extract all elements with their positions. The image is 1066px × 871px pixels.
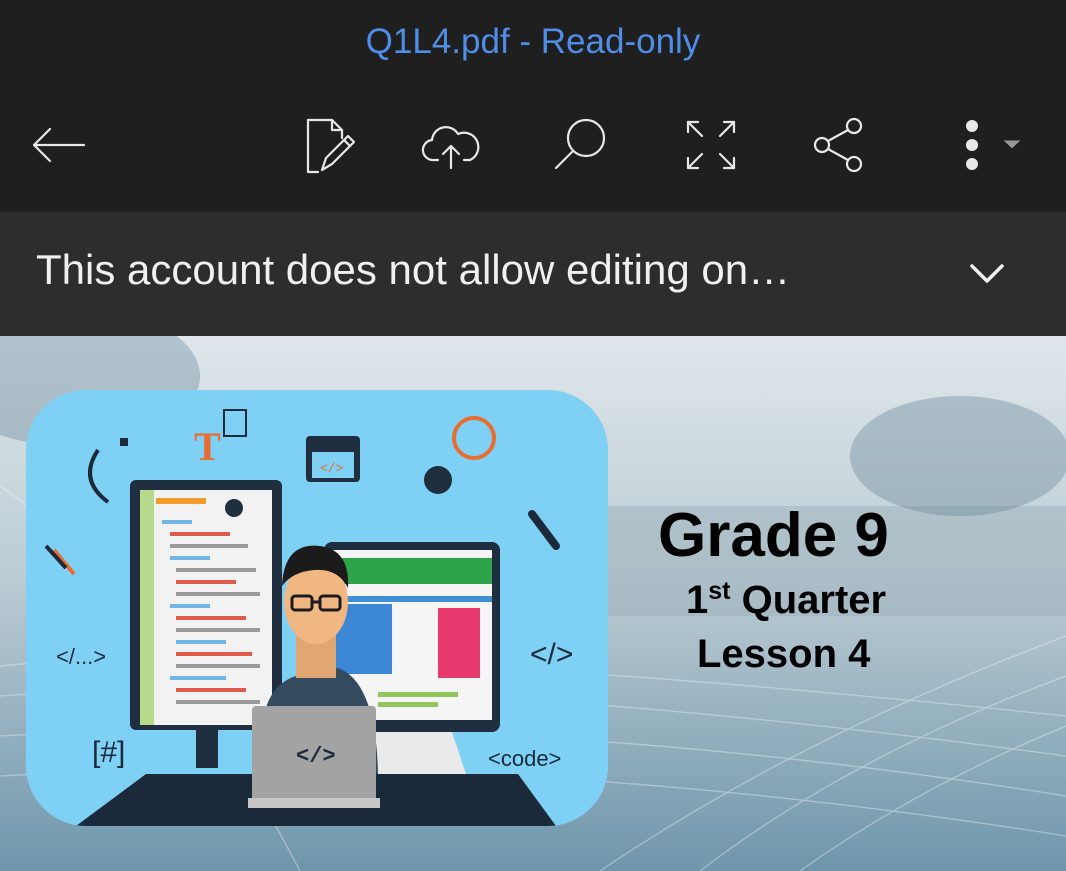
grade-heading: Grade 9 bbox=[658, 501, 889, 570]
lesson-heading: Lesson 4 bbox=[697, 632, 871, 676]
search-icon bbox=[554, 118, 606, 170]
expand-notice-button[interactable] bbox=[962, 252, 1012, 296]
upload-button[interactable] bbox=[416, 110, 486, 180]
app-toolbar: Q1L4.pdf - Read-only bbox=[0, 0, 1066, 212]
illustration-label-code: <code> bbox=[488, 746, 561, 771]
quarter-heading: 1st Quarter bbox=[686, 577, 887, 623]
cloud-upload-icon bbox=[421, 126, 480, 170]
quarter-number: 1 bbox=[686, 578, 709, 622]
illustration-label-hash: [#] bbox=[92, 736, 125, 769]
dropdown-triangle-icon bbox=[1003, 140, 1021, 149]
more-options-dropdown[interactable] bbox=[982, 110, 1042, 180]
notice-message: This account does not allow editing on… bbox=[36, 246, 791, 293]
illustration-label-tag: </> bbox=[530, 638, 573, 671]
back-arrow-icon bbox=[32, 127, 86, 163]
programming-illustration: T </> </...> </> [#] <code> </> bbox=[26, 390, 608, 826]
share-button[interactable] bbox=[804, 110, 874, 180]
illustration-label-code-window: </> bbox=[320, 461, 344, 476]
chevron-down-icon bbox=[970, 264, 1004, 283]
edit-button[interactable] bbox=[292, 110, 362, 180]
edit-document-icon bbox=[306, 118, 356, 174]
back-button[interactable] bbox=[22, 110, 92, 180]
document-title: Q1L4.pdf - Read-only bbox=[365, 22, 701, 61]
share-icon bbox=[813, 117, 863, 173]
quarter-label: Quarter bbox=[741, 578, 887, 622]
illustration-label-ellipsis-tag: </...> bbox=[56, 644, 106, 669]
document-page: T </> </...> </> [#] <code> </> bbox=[0, 336, 1066, 871]
illustration-label-t: T bbox=[194, 424, 221, 469]
fullscreen-button[interactable] bbox=[676, 110, 746, 180]
search-button[interactable] bbox=[546, 110, 616, 180]
fullscreen-icon bbox=[686, 120, 736, 170]
quarter-suffix: st bbox=[708, 577, 731, 605]
illustration-label-laptop: </> bbox=[296, 744, 336, 769]
